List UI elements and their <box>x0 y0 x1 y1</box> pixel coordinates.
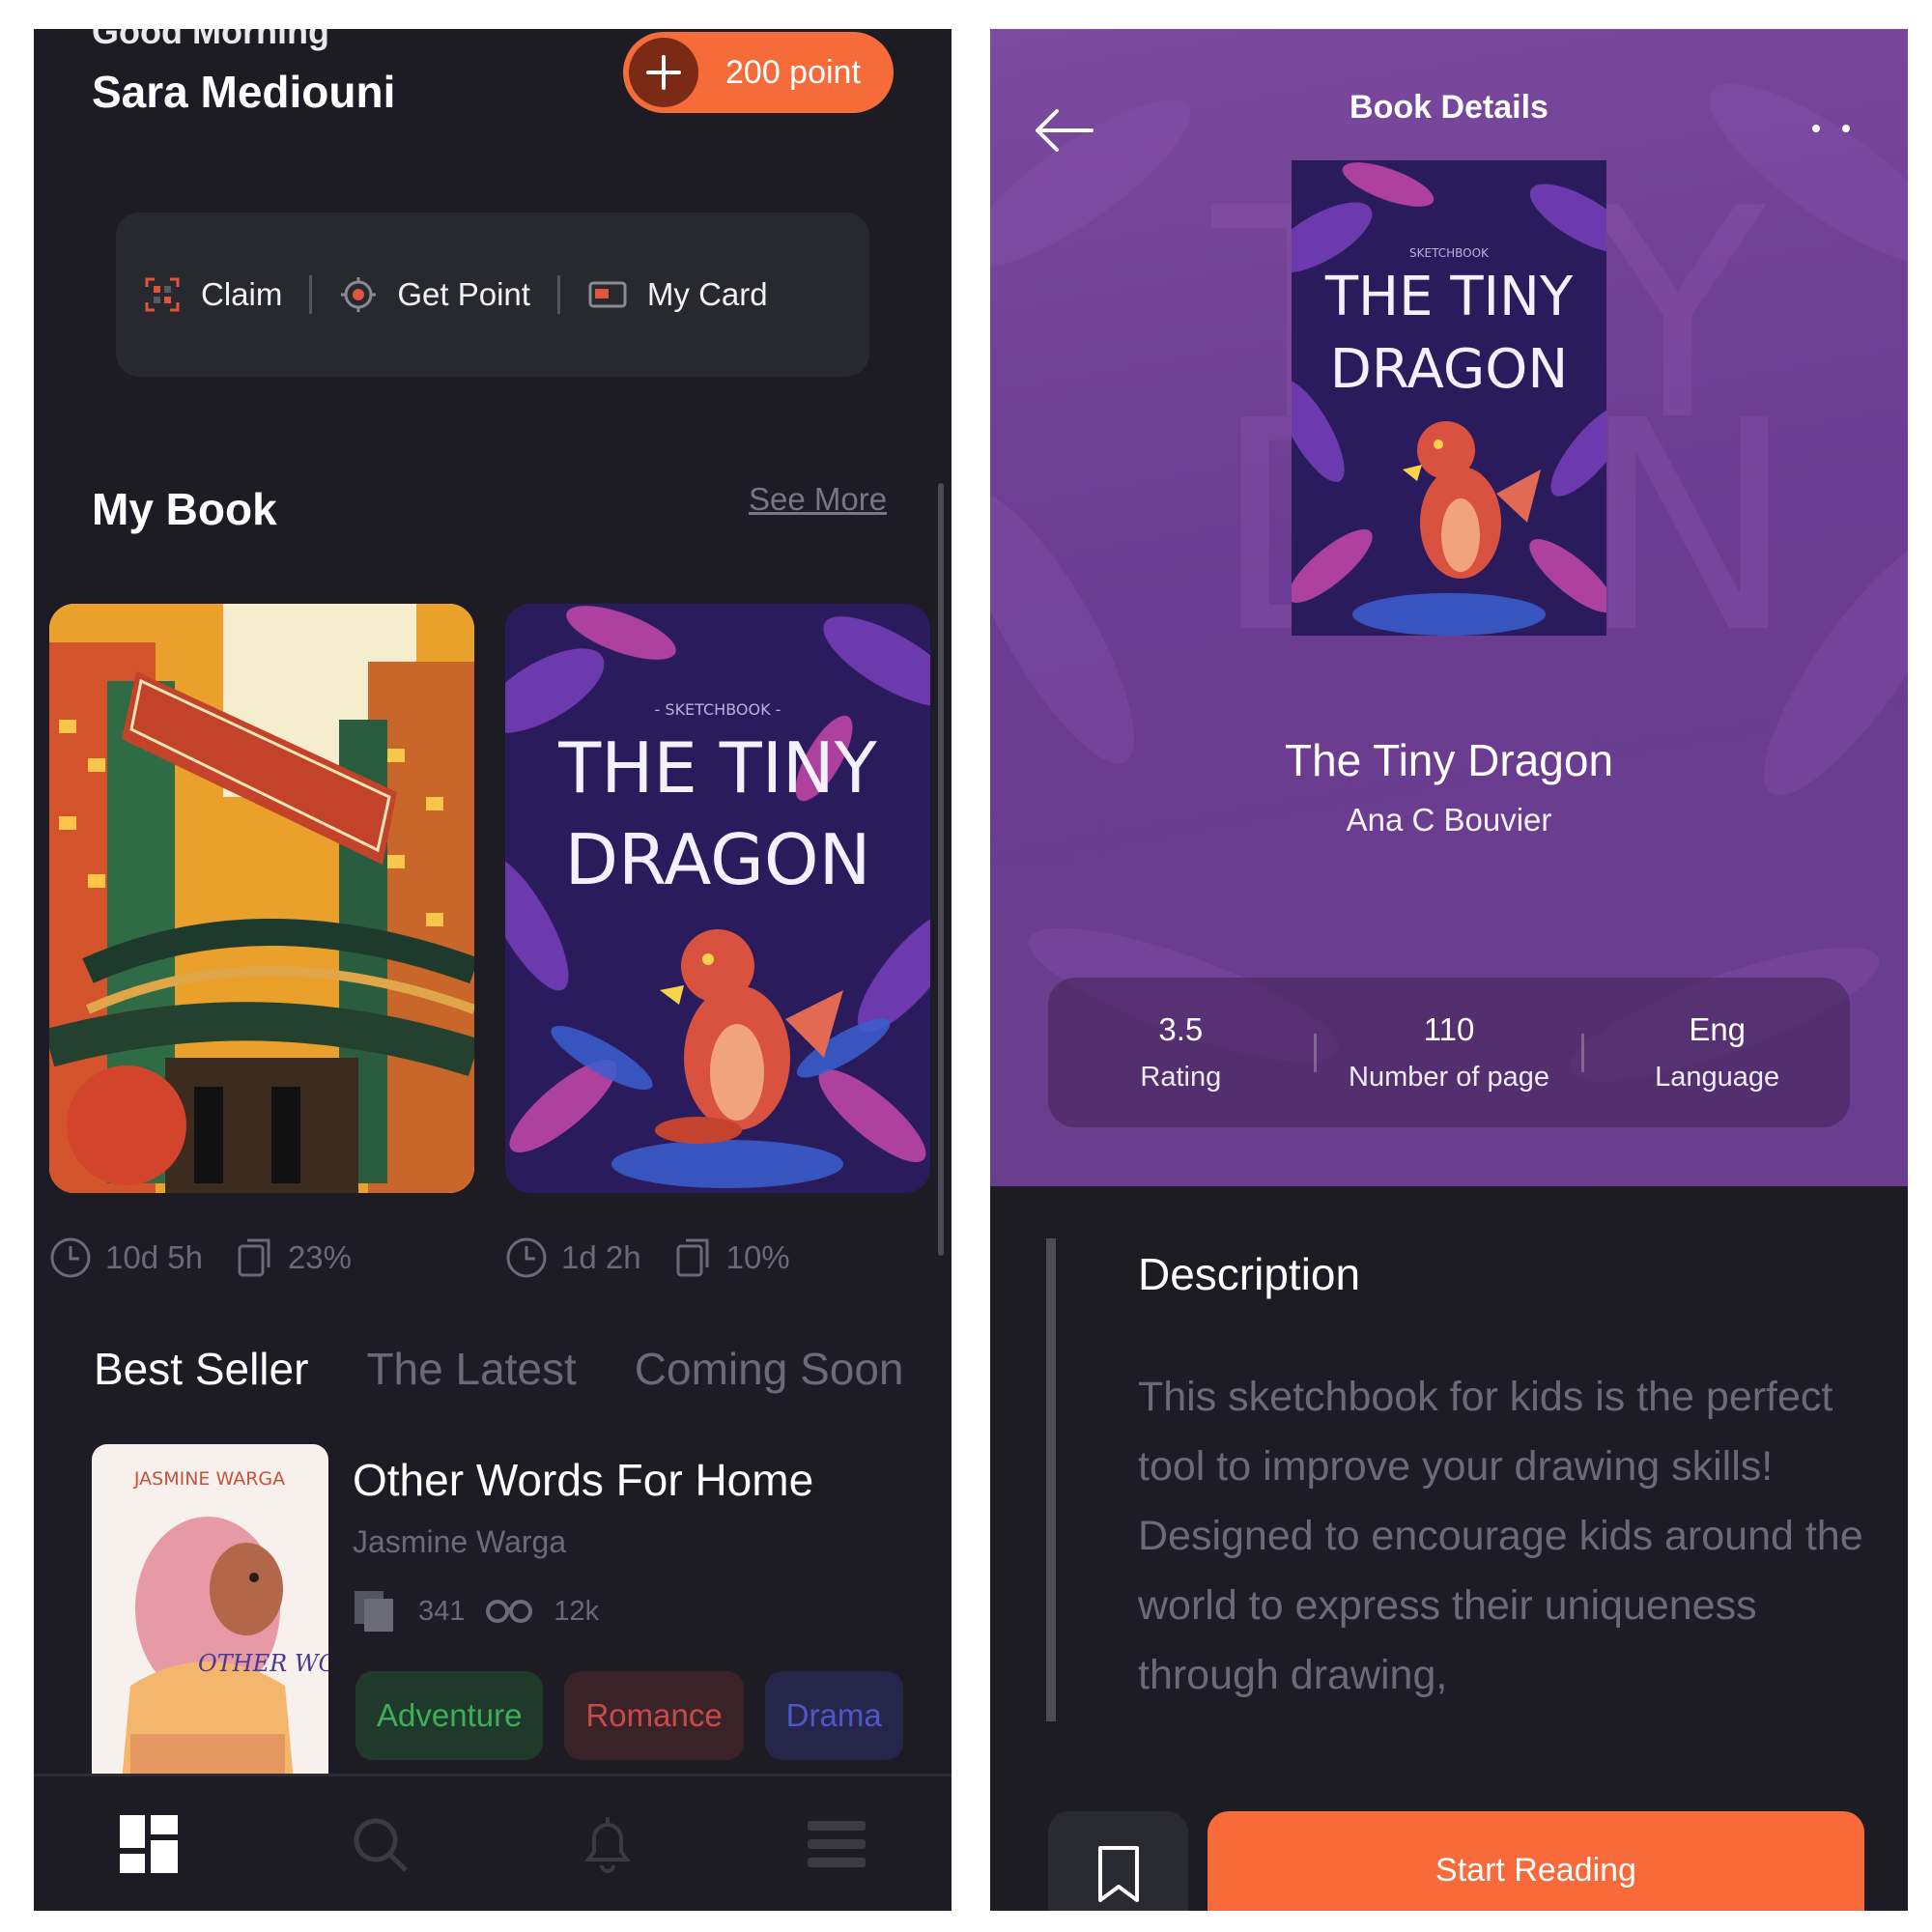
genre-tags: Adventure Romance Drama <box>355 1671 903 1760</box>
svg-text:- SKETCHBOOK -: - SKETCHBOOK - <box>655 700 781 719</box>
stat-language: Eng Language <box>1655 1011 1780 1093</box>
pages-icon <box>355 1591 393 1632</box>
svg-text:SKETCHBOOK: SKETCHBOOK <box>1409 246 1490 260</box>
claim-label: Claim <box>201 276 283 312</box>
my-card-label: My Card <box>646 276 768 312</box>
search-icon[interactable] <box>349 1813 411 1875</box>
book-author: Ana C Bouvier <box>1346 802 1552 838</box>
get-point-action[interactable]: Get Point <box>339 275 530 314</box>
svg-text:N: N <box>1579 359 1796 696</box>
best-seller-title[interactable]: Other Words For Home <box>353 1454 813 1506</box>
bottom-nav <box>34 1774 952 1911</box>
description-title: Description <box>1138 1249 1361 1299</box>
tag-adventure[interactable]: Adventure <box>355 1671 544 1760</box>
svg-text:THE TINY: THE TINY <box>1324 266 1574 328</box>
view-count: 12k <box>554 1595 600 1627</box>
time-left: 1d 2h <box>505 1236 641 1279</box>
svg-text:DRAGON: DRAGON <box>565 819 871 900</box>
divider <box>556 275 560 314</box>
tab-best-seller[interactable]: Best Seller <box>94 1343 308 1395</box>
book-card-tiny-dragon[interactable]: - SKETCHBOOK - THE TINY DRAGON <box>505 604 930 1193</box>
time-left: 10d 5h <box>49 1236 203 1279</box>
my-book-title: My Book <box>92 484 277 534</box>
see-more-link[interactable]: See More <box>749 481 887 518</box>
bookmark-button[interactable] <box>1048 1811 1188 1911</box>
glasses-icon <box>486 1600 533 1623</box>
card-icon <box>588 281 627 308</box>
svg-text:DRAGON: DRAGON <box>1330 338 1568 401</box>
dashboard-icon[interactable] <box>118 1813 180 1875</box>
book-title: The Tiny Dragon <box>1284 735 1614 785</box>
best-seller-stats: 341 12k <box>353 1589 599 1634</box>
points-button[interactable]: 200 point <box>623 32 894 113</box>
claim-action[interactable]: Claim <box>143 275 282 314</box>
best-seller-cover[interactable]: JASMINE WARGA OTHER WORDS for Home <box>92 1444 328 1792</box>
svg-text:OTHER WORDS for Home: OTHER WORDS for Home <box>198 1650 328 1677</box>
book-meta-2: 1d 2h 10% <box>505 1236 823 1279</box>
plus-icon <box>629 38 698 107</box>
svg-text:THE TINY: THE TINY <box>557 727 878 809</box>
stat-pages: 110 Number of page <box>1349 1011 1549 1093</box>
tag-romance[interactable]: Romance <box>564 1671 744 1760</box>
progress: 10% <box>674 1236 790 1279</box>
stat-rating: 3.5 Rating <box>1140 1011 1222 1093</box>
greeting-text: Good Morning <box>92 29 329 51</box>
tab-coming-soon[interactable]: Coming Soon <box>635 1343 904 1395</box>
my-card-action[interactable]: My Card <box>587 275 768 314</box>
page-count: 341 <box>418 1595 466 1627</box>
book-meta-1: 10d 5h 23% <box>49 1236 384 1279</box>
book-cover-other-words: JASMINE WARGA OTHER WORDS for Home <box>92 1444 328 1792</box>
svg-text:JASMINE WARGA: JASMINE WARGA <box>133 1468 285 1490</box>
best-seller-author: Jasmine Warga <box>353 1524 567 1559</box>
pages-icon <box>238 1238 270 1277</box>
pages-icon <box>676 1238 709 1277</box>
page-title: Book Details <box>1350 89 1548 126</box>
tab-the-latest[interactable]: The Latest <box>366 1343 576 1395</box>
more-options-icon[interactable] <box>1809 122 1854 135</box>
detail-book-cover: SKETCHBOOK THE TINY DRAGON <box>1292 160 1606 636</box>
book-details-screen: T Y D N Book Details <box>990 29 1908 1911</box>
points-label: 200 point <box>725 53 861 91</box>
home-screen: Good Morning Sara Mediouni 200 point Cla… <box>34 29 952 1911</box>
book-stats-panel: 3.5 Rating 110 Number of page Eng Langua… <box>1048 978 1850 1127</box>
divider <box>309 275 313 314</box>
scan-icon <box>145 277 180 312</box>
description-text: This sketchbook for kids is the perfect … <box>1138 1374 1863 1698</box>
hero-background: T Y D N Book Details <box>990 29 1908 1186</box>
category-tabs: Best Seller The Latest Coming Soon <box>94 1343 904 1395</box>
clock-icon <box>506 1237 547 1278</box>
scrollbar[interactable] <box>938 483 944 1256</box>
user-name: Sara Mediouni <box>92 67 396 117</box>
book-cover-metropolist <box>49 604 474 1193</box>
bell-icon[interactable] <box>579 1813 637 1875</box>
description-accent-bar <box>1046 1238 1056 1721</box>
progress: 23% <box>236 1236 352 1279</box>
book-card-metropolist[interactable] <box>49 604 474 1193</box>
clock-icon <box>50 1237 91 1278</box>
bookmark-icon <box>1097 1846 1139 1902</box>
book-cover-tiny-dragon: - SKETCHBOOK - THE TINY DRAGON <box>505 604 930 1193</box>
menu-icon[interactable] <box>806 1817 867 1871</box>
get-point-label: Get Point <box>397 276 530 312</box>
quick-actions-bar: Claim Get Point My Card <box>116 213 869 377</box>
start-reading-button[interactable]: Start Reading <box>1208 1811 1864 1911</box>
tag-drama[interactable]: Drama <box>764 1671 903 1760</box>
target-icon <box>341 277 377 312</box>
